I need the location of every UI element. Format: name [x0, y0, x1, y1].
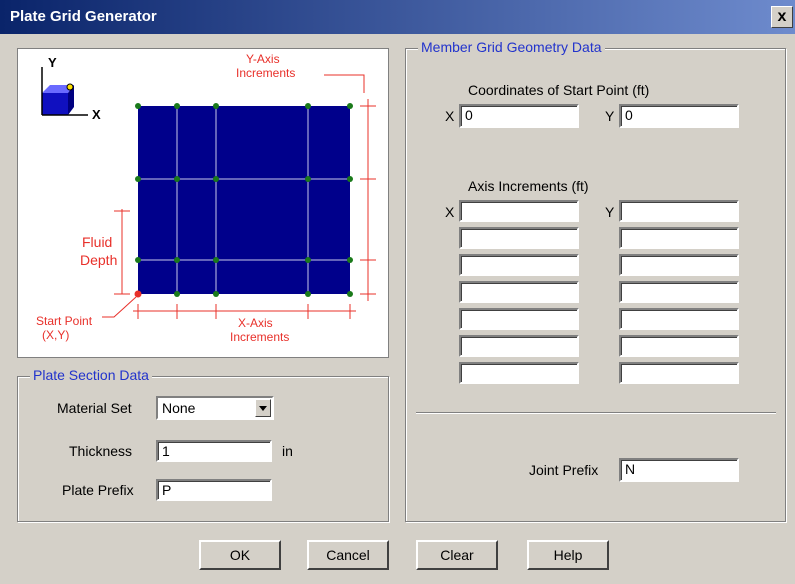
- joint-prefix-field[interactable]: N: [619, 458, 739, 482]
- plate-prefix-label: Plate Prefix: [62, 482, 134, 498]
- plate-rectangle: [138, 106, 350, 294]
- joint-prefix-label: Joint Prefix: [529, 462, 599, 478]
- y-increment-field[interactable]: [619, 308, 739, 330]
- grid-diagram: Y X Y-Axis Increments X-Axis Increments …: [17, 48, 389, 358]
- x-increment-field[interactable]: [459, 254, 579, 276]
- y-increment-field[interactable]: [619, 227, 739, 249]
- material-set-value: None: [162, 400, 196, 416]
- coords-start-title: Coordinates of Start Point (ft): [468, 82, 650, 98]
- fluid-depth-label-line2: Depth: [80, 252, 117, 268]
- y-axis-increments-label-line2: Increments: [236, 66, 295, 80]
- x-axis-increments-label-line2: Increments: [230, 330, 289, 344]
- axis-increments-title: Axis Increments (ft): [468, 178, 589, 194]
- close-button[interactable]: x: [771, 6, 793, 28]
- plate-grid-generator-dialog: Plate Grid Generator x Y X Y-Axis Increm…: [0, 0, 795, 584]
- thickness-unit: in: [282, 443, 293, 459]
- thickness-label: Thickness: [69, 443, 133, 459]
- y-increment-field[interactable]: [619, 281, 739, 303]
- start-x-field[interactable]: 0: [459, 104, 579, 128]
- fluid-depth-label-line1: Fluid: [82, 234, 112, 250]
- start-point-marker: [134, 290, 142, 298]
- y-increment-field[interactable]: [619, 362, 739, 384]
- start-point-label-line2: (X,Y): [42, 328, 69, 342]
- plate-prefix-field[interactable]: P: [156, 479, 272, 501]
- help-button[interactable]: Help: [527, 540, 609, 570]
- y-increment-field[interactable]: [619, 254, 739, 276]
- y-axis-letter: Y: [48, 55, 57, 70]
- x-increment-field[interactable]: [459, 200, 579, 222]
- separator: [416, 412, 776, 414]
- start-y-label: Y: [605, 108, 615, 124]
- material-set-dropdown[interactable]: None: [156, 396, 274, 420]
- start-y-field[interactable]: 0: [619, 104, 739, 128]
- plate-section-title: Plate Section Data: [30, 367, 152, 383]
- x-axis-letter: X: [92, 107, 101, 122]
- y-increment-field[interactable]: [619, 335, 739, 357]
- clear-button[interactable]: Clear: [416, 540, 498, 570]
- dialog-title: Plate Grid Generator: [10, 8, 157, 25]
- start-point-label-line1: Start Point: [36, 314, 93, 328]
- y-axis-increments-label-line1: Y-Axis: [246, 52, 280, 66]
- member-grid-title: Member Grid Geometry Data: [418, 39, 605, 55]
- x-increment-field[interactable]: [459, 281, 579, 303]
- x-increment-field[interactable]: [459, 227, 579, 249]
- grid-diagram-svg: Y X Y-Axis Increments X-Axis Increments …: [36, 52, 376, 344]
- title-bar[interactable]: Plate Grid Generator x: [0, 0, 795, 34]
- start-x-label: X: [445, 108, 455, 124]
- chevron-down-icon[interactable]: [255, 399, 271, 417]
- material-set-label: Material Set: [57, 400, 132, 416]
- x-increment-field[interactable]: [459, 362, 579, 384]
- axis-icon: Y X: [41, 55, 101, 122]
- x-increment-field[interactable]: [459, 308, 579, 330]
- y-increment-field[interactable]: [619, 200, 739, 222]
- cancel-button[interactable]: Cancel: [307, 540, 389, 570]
- thickness-field[interactable]: 1: [156, 440, 272, 462]
- x-axis-increments-label-line1: X-Axis: [238, 316, 273, 330]
- increment-x-label: X: [445, 204, 455, 220]
- ok-button[interactable]: OK: [199, 540, 281, 570]
- x-increment-field[interactable]: [459, 335, 579, 357]
- increment-y-label: Y: [605, 204, 615, 220]
